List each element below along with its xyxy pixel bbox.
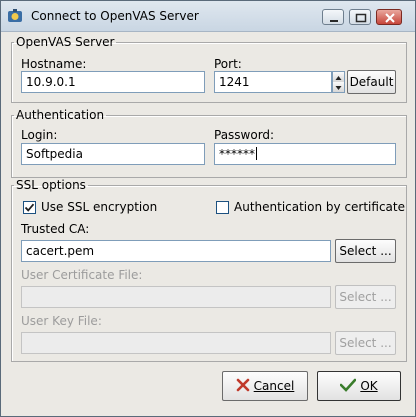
- login-label: Login:: [21, 128, 58, 142]
- trusted-ca-select-button[interactable]: Select ...: [335, 239, 396, 263]
- user-certificate-label: User Certificate File:: [21, 268, 143, 282]
- default-port-button[interactable]: Default: [347, 70, 396, 94]
- authentication-legend: Authentication: [16, 108, 105, 122]
- hostname-input[interactable]: 10.9.0.1: [21, 71, 205, 93]
- password-value: ******: [219, 147, 255, 161]
- port-input[interactable]: 1241: [214, 71, 332, 93]
- auth-by-certificate-checkbox[interactable]: [216, 201, 229, 214]
- user-certificate-input[interactable]: [21, 286, 331, 308]
- window-title: Connect to OpenVAS Server: [31, 9, 199, 23]
- user-certificate-select-button[interactable]: Select ...: [335, 285, 396, 309]
- openvas-app-icon: [8, 9, 22, 22]
- maximize-button[interactable]: [349, 9, 371, 25]
- ok-check-icon: [340, 378, 357, 392]
- connect-dialog: Connect to OpenVAS Server OpenVAS Server…: [0, 0, 416, 417]
- trusted-ca-input[interactable]: cacert.pem: [21, 240, 331, 262]
- default-button-label: Default: [349, 75, 394, 89]
- password-input[interactable]: ******: [214, 143, 396, 165]
- title-bar[interactable]: Connect to OpenVAS Server: [1, 1, 415, 32]
- ssl-options-legend: SSL options: [16, 178, 86, 192]
- minimize-button[interactable]: [322, 9, 344, 25]
- port-label: Port:: [214, 57, 242, 71]
- checkmark-icon: [24, 203, 35, 212]
- trusted-ca-select-label: Select ...: [339, 244, 392, 258]
- ok-button[interactable]: OK: [317, 371, 401, 401]
- ok-label: OK: [360, 379, 378, 393]
- login-input[interactable]: Softpedia: [21, 143, 205, 165]
- port-increment-button[interactable]: [333, 72, 344, 82]
- password-label: Password:: [214, 128, 275, 142]
- user-key-select-label: Select ...: [339, 336, 392, 350]
- dialog-body: OpenVAS Server Hostname: 10.9.0.1 Port: …: [1, 32, 415, 416]
- close-button[interactable]: [376, 9, 402, 25]
- user-key-input[interactable]: [21, 332, 331, 354]
- trusted-ca-label: Trusted CA:: [21, 222, 90, 236]
- use-ssl-label[interactable]: Use SSL encryption: [41, 200, 157, 214]
- user-key-select-button[interactable]: Select ...: [335, 331, 396, 355]
- maximize-icon: [355, 13, 367, 23]
- port-spinner[interactable]: [332, 71, 345, 93]
- auth-by-certificate-label[interactable]: Authentication by certificate: [234, 200, 405, 214]
- use-ssl-checkbox[interactable]: [23, 201, 36, 214]
- server-legend: OpenVAS Server: [16, 35, 115, 49]
- cancel-button[interactable]: Cancel: [222, 371, 308, 401]
- cancel-x-icon: [236, 378, 249, 392]
- port-decrement-button[interactable]: [333, 82, 344, 92]
- user-key-label: User Key File:: [21, 314, 102, 328]
- user-certificate-select-label: Select ...: [339, 290, 392, 304]
- text-cursor: [256, 147, 257, 160]
- arrow-down-icon: [335, 86, 342, 90]
- hostname-label: Hostname:: [21, 57, 87, 71]
- close-icon: [385, 13, 395, 23]
- minimize-icon: [330, 20, 338, 22]
- cancel-label: Cancel: [253, 379, 295, 393]
